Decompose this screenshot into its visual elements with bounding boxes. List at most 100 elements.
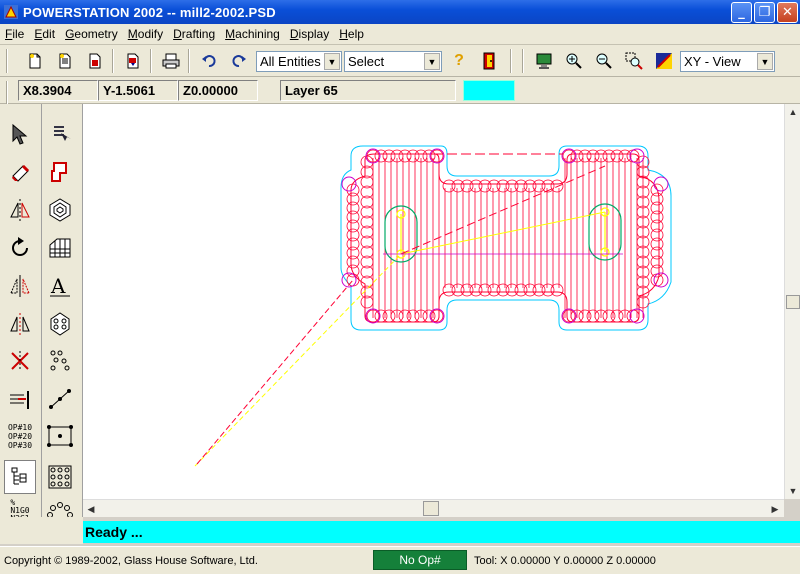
zoom-in-button[interactable] [563, 50, 585, 72]
select-arrow-tool[interactable] [4, 118, 36, 152]
entities-value: All Entities [260, 54, 321, 69]
exit-button[interactable] [478, 50, 500, 72]
save-file-button[interactable] [84, 50, 106, 72]
drill-pattern-icon [50, 312, 70, 336]
command-prompt-bar: Ready ... [83, 521, 800, 543]
layer-field[interactable]: Layer 65 [280, 80, 456, 101]
entities-dropdown[interactable]: All Entities ▼ [256, 51, 342, 72]
z-coordinate: Z0.00000 [178, 80, 258, 101]
surface-tool[interactable] [44, 231, 76, 265]
chevron-down-icon: ▼ [757, 53, 773, 70]
help-icon: ? [454, 52, 464, 69]
new-file-button[interactable] [24, 50, 46, 72]
chevron-down-icon: ▼ [424, 53, 440, 70]
menu-bar: File Edit Geometry Modify Drafting Machining D… [0, 24, 800, 45]
operation-status: No Op# [373, 550, 467, 570]
rotate-tool[interactable] [4, 231, 36, 265]
array-tool[interactable] [4, 307, 36, 341]
tool-palette: A OP#10 OP#20 OP#30 % N1G0 N2G1 N3 [0, 104, 83, 544]
status-bar: Copyright © 1989-2002, Glass House Softw… [0, 546, 800, 574]
cutter-circle [650, 273, 664, 287]
scroll-up-button[interactable]: ▲ [785, 104, 800, 120]
app-icon [4, 5, 18, 19]
open-file-icon [59, 53, 71, 69]
toolpath-link [400, 165, 606, 255]
vertical-scrollbar[interactable]: ▲ ▼ [784, 104, 800, 499]
print-setup-button[interactable] [122, 50, 144, 72]
line-points-icon [49, 389, 71, 409]
zoom-window-button[interactable] [623, 50, 645, 72]
grid-points-tool[interactable] [44, 460, 76, 494]
rotate-icon [12, 237, 28, 256]
text-icon: A [50, 274, 70, 298]
menu-help[interactable]: Help [334, 27, 369, 41]
minimize-button[interactable]: _ [731, 2, 752, 23]
cutter-circle [550, 283, 564, 297]
point-select-icon [54, 126, 71, 141]
close-button[interactable]: ✕ [777, 2, 798, 23]
select-dropdown[interactable]: Select ▼ [344, 51, 442, 72]
scroll-left-button[interactable]: ◀ [83, 501, 99, 517]
redo-button[interactable] [228, 50, 250, 72]
close-icon: ✕ [782, 5, 793, 20]
palette-footer [0, 517, 83, 544]
print-button[interactable] [160, 50, 182, 72]
chevron-down-icon: ▼ [324, 53, 340, 70]
mirror-copy-tool[interactable] [4, 269, 36, 303]
text-tool[interactable]: A [44, 269, 76, 303]
x-coordinate: X8.3904 [18, 80, 98, 101]
undo-button[interactable] [198, 50, 220, 72]
horizontal-scroll-thumb[interactable] [423, 501, 439, 516]
vertical-scroll-thumb[interactable] [786, 295, 800, 309]
mirror-tool[interactable] [4, 193, 36, 227]
profile-tool[interactable] [44, 155, 76, 189]
point-tool[interactable] [44, 118, 76, 152]
line-points-tool[interactable] [44, 382, 76, 416]
zoom-out-button[interactable] [593, 50, 615, 72]
shade-button[interactable] [653, 50, 675, 72]
rapid-move-line [400, 211, 606, 255]
menu-file[interactable]: File [0, 27, 29, 41]
operations-tool[interactable]: OP#10 OP#20 OP#30 [4, 419, 36, 453]
restore-button[interactable]: ❐ [754, 2, 775, 23]
undo-icon [202, 55, 216, 67]
screen-fit-button[interactable] [533, 50, 555, 72]
tree-view-tool[interactable] [4, 460, 36, 494]
print-setup-icon [127, 53, 139, 69]
rect-points-icon [47, 425, 73, 447]
menu-edit[interactable]: Edit [29, 27, 60, 41]
redo-icon [232, 55, 246, 67]
mirror-copy-icon [10, 275, 30, 297]
scroll-down-button[interactable]: ▼ [785, 483, 800, 499]
help-button[interactable]: ? [448, 50, 470, 72]
eraser-tool[interactable] [4, 155, 36, 189]
part-drawing [194, 145, 672, 467]
menu-machining[interactable]: Machining [220, 27, 285, 41]
hole-points-tool[interactable] [44, 344, 76, 378]
cutter-circle [550, 179, 564, 193]
mirror-icon [10, 199, 30, 221]
layer-color-swatch[interactable] [463, 80, 515, 101]
menu-modify[interactable]: Modify [123, 27, 168, 41]
door-exit-icon [483, 52, 495, 70]
array-icon [10, 313, 30, 335]
trim-tool[interactable] [4, 344, 36, 378]
open-file-button[interactable] [54, 50, 76, 72]
menu-display[interactable]: Display [285, 27, 334, 41]
drill-pattern-tool[interactable] [44, 307, 76, 341]
title-bar: POWERSTATION 2002 -- mill2-2002.PSD _ ❐ … [0, 0, 800, 24]
offset-tool[interactable] [4, 382, 36, 416]
scroll-right-button[interactable]: ▶ [767, 501, 783, 517]
select-value: Select [348, 54, 385, 69]
rect-points-tool[interactable] [44, 419, 76, 453]
rapid-move-line [194, 253, 402, 467]
pocket-tool[interactable] [44, 193, 76, 227]
view-dropdown[interactable]: XY - View ▼ [680, 51, 775, 72]
menu-geometry[interactable]: Geometry [60, 27, 123, 41]
tree-view-icon [11, 467, 27, 485]
monitor-icon [536, 53, 552, 69]
drawing-canvas[interactable] [83, 104, 784, 499]
horizontal-scrollbar[interactable]: ◀ ▶ [83, 499, 784, 517]
menu-drafting[interactable]: Drafting [168, 27, 220, 41]
cutter-circle [430, 149, 444, 163]
